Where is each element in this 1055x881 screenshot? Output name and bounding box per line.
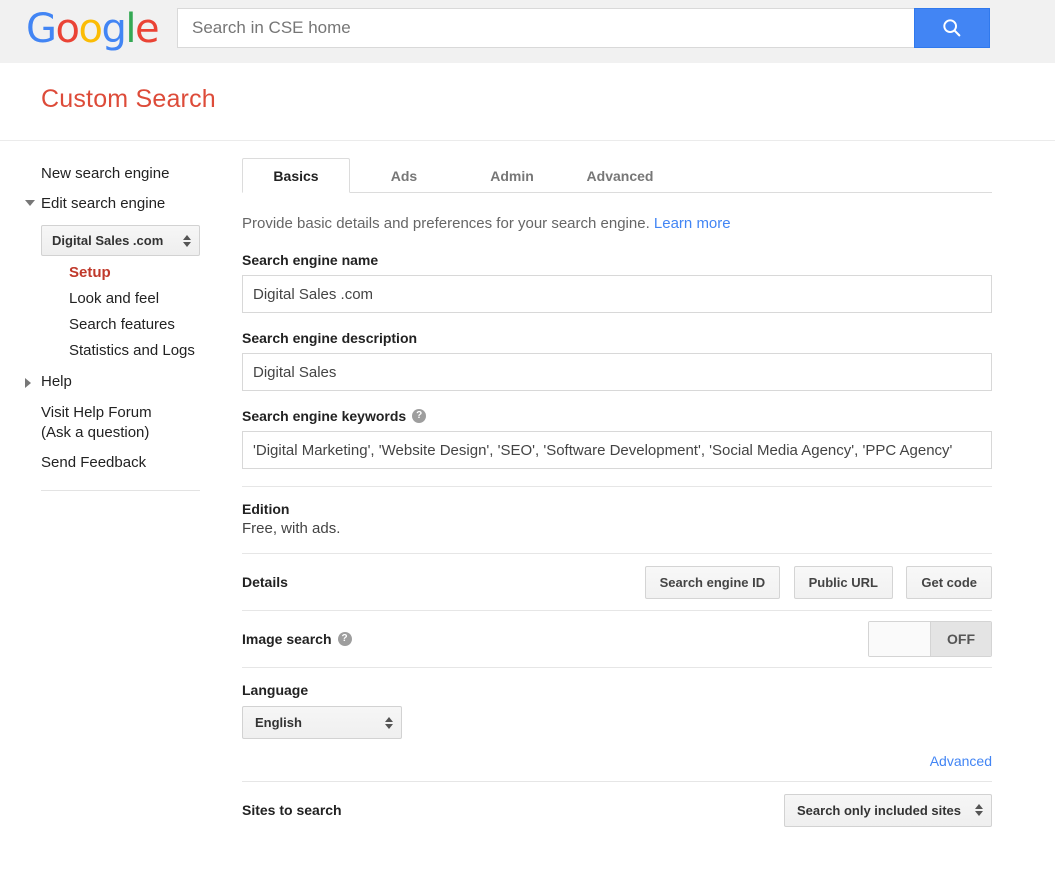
label-search-engine-description-text: Search engine description — [242, 330, 418, 346]
page-title: Custom Search — [41, 85, 216, 113]
panel-subtitle-text: Provide basic details and preferences fo… — [242, 215, 650, 232]
advanced-link[interactable]: Advanced — [930, 753, 992, 769]
updown-arrows-icon — [385, 716, 393, 729]
label-search-engine-description: Search engine description — [242, 330, 992, 353]
sidebar-item-edit-search-engine[interactable]: Edit search engine — [0, 189, 242, 219]
sites-to-search-value: Search only included sites — [797, 802, 961, 818]
search-engine-id-button[interactable]: Search engine ID — [644, 565, 781, 599]
sites-to-search-dropdown[interactable]: Search only included sites — [784, 793, 992, 827]
search-icon — [943, 19, 961, 37]
label-edition: Edition — [242, 501, 992, 517]
label-sites-to-search: Sites to search — [242, 802, 342, 818]
tab-basics[interactable]: Basics — [242, 158, 350, 193]
public-url-button[interactable]: Public URL — [793, 565, 893, 599]
tab-basics-label: Basics — [273, 168, 319, 184]
sidebar-item-new-search-engine[interactable]: New search engine — [0, 159, 242, 189]
page-header: Custom Search — [0, 63, 1055, 141]
language-dropdown[interactable]: English — [242, 706, 402, 739]
image-search-section: Image search ? OFF — [242, 611, 992, 667]
google-logo[interactable]: Google — [26, 9, 160, 49]
sidebar: New search engine Edit search engine Dig… — [0, 141, 242, 838]
sidebar-item-help[interactable]: Help — [0, 364, 242, 397]
get-code-button[interactable]: Get code — [906, 565, 992, 599]
toggle-state-label: OFF — [930, 622, 991, 656]
sidebar-label-statistics: Statistics and Logs — [69, 342, 195, 359]
tab-ads-label: Ads — [390, 168, 418, 184]
edition-section: Edition Free, with ads. — [242, 487, 992, 553]
tab-admin[interactable]: Admin — [458, 158, 566, 192]
label-sites-to-search-text: Sites to search — [242, 802, 342, 818]
help-icon[interactable]: ? — [412, 409, 427, 423]
engine-selector-dropdown[interactable]: Digital Sales .com — [41, 225, 200, 256]
sidebar-label-look-and-feel: Look and feel — [69, 290, 160, 307]
label-language: Language — [242, 682, 992, 706]
sidebar-item-setup[interactable]: Setup — [0, 260, 242, 286]
search-engine-keywords-input[interactable] — [242, 431, 992, 469]
top-bar: Google — [0, 0, 1055, 63]
sidebar-label-visit-forum-line1: Visit Help Forum — [41, 404, 152, 421]
label-search-engine-keywords: Search engine keywords ? — [242, 408, 992, 431]
search-input[interactable] — [177, 8, 914, 48]
chevron-down-icon — [25, 200, 35, 206]
tab-advanced[interactable]: Advanced — [566, 158, 674, 192]
label-search-engine-name: Search engine name — [242, 252, 992, 275]
toggle-knob — [869, 622, 930, 656]
label-language-text: Language — [242, 682, 309, 698]
sidebar-label-setup: Setup — [69, 264, 111, 281]
label-search-engine-keywords-text: Search engine keywords — [242, 408, 407, 424]
page-body: New search engine Edit search engine Dig… — [0, 141, 1055, 838]
sidebar-item-visit-help-forum[interactable]: Visit Help Forum (Ask a question) — [0, 397, 242, 446]
learn-more-link[interactable]: Learn more — [654, 215, 731, 232]
tab-advanced-label: Advanced — [586, 168, 654, 184]
search-engine-description-input[interactable] — [242, 353, 992, 391]
sidebar-label-send-feedback: Send Feedback — [41, 454, 147, 471]
edition-value: Free, with ads. — [242, 520, 341, 537]
sidebar-label-help: Help — [41, 373, 72, 390]
advanced-link-row: Advanced — [242, 739, 992, 781]
label-edition-text: Edition — [242, 501, 290, 517]
engine-selector-value: Digital Sales .com — [52, 233, 164, 248]
sidebar-label-visit-forum-line2: (Ask a question) — [41, 424, 150, 441]
tab-admin-label: Admin — [490, 168, 534, 184]
sidebar-item-statistics-and-logs[interactable]: Statistics and Logs — [0, 338, 242, 364]
updown-arrows-icon — [975, 804, 983, 816]
sidebar-divider — [41, 490, 200, 491]
label-image-search-text: Image search — [242, 631, 332, 647]
sidebar-item-search-features[interactable]: Search features — [0, 312, 242, 338]
label-details: Details — [242, 574, 288, 590]
sites-to-search-section: Sites to search Search only included sit… — [242, 782, 992, 838]
chevron-right-icon — [25, 378, 31, 388]
help-icon[interactable]: ? — [337, 632, 352, 646]
sidebar-item-send-feedback[interactable]: Send Feedback — [0, 446, 242, 478]
sidebar-label-search-features: Search features — [69, 316, 175, 333]
global-search — [177, 8, 990, 48]
details-section: Details Search engine ID Public URL Get … — [242, 554, 992, 610]
label-image-search: Image search ? — [242, 631, 352, 647]
sidebar-label-new-engine: New search engine — [41, 165, 170, 182]
language-dropdown-value: English — [255, 715, 302, 730]
tab-ads[interactable]: Ads — [350, 158, 458, 192]
label-details-text: Details — [242, 574, 288, 590]
language-section: Language English — [242, 668, 992, 739]
details-button-group: Search engine ID Public URL Get code — [636, 565, 992, 599]
updown-arrows-icon — [183, 234, 191, 247]
search-submit-button[interactable] — [914, 8, 990, 48]
search-engine-name-input[interactable] — [242, 275, 992, 313]
sidebar-item-look-and-feel[interactable]: Look and feel — [0, 286, 242, 312]
tab-bar: Basics Ads Admin Advanced — [242, 157, 992, 193]
sidebar-label-edit-engine: Edit search engine — [41, 195, 166, 212]
panel-subtitle: Provide basic details and preferences fo… — [242, 193, 992, 252]
image-search-toggle[interactable]: OFF — [868, 621, 992, 657]
label-search-engine-name-text: Search engine name — [242, 252, 379, 268]
main-content: Basics Ads Admin Advanced Provide basic … — [242, 141, 1055, 838]
